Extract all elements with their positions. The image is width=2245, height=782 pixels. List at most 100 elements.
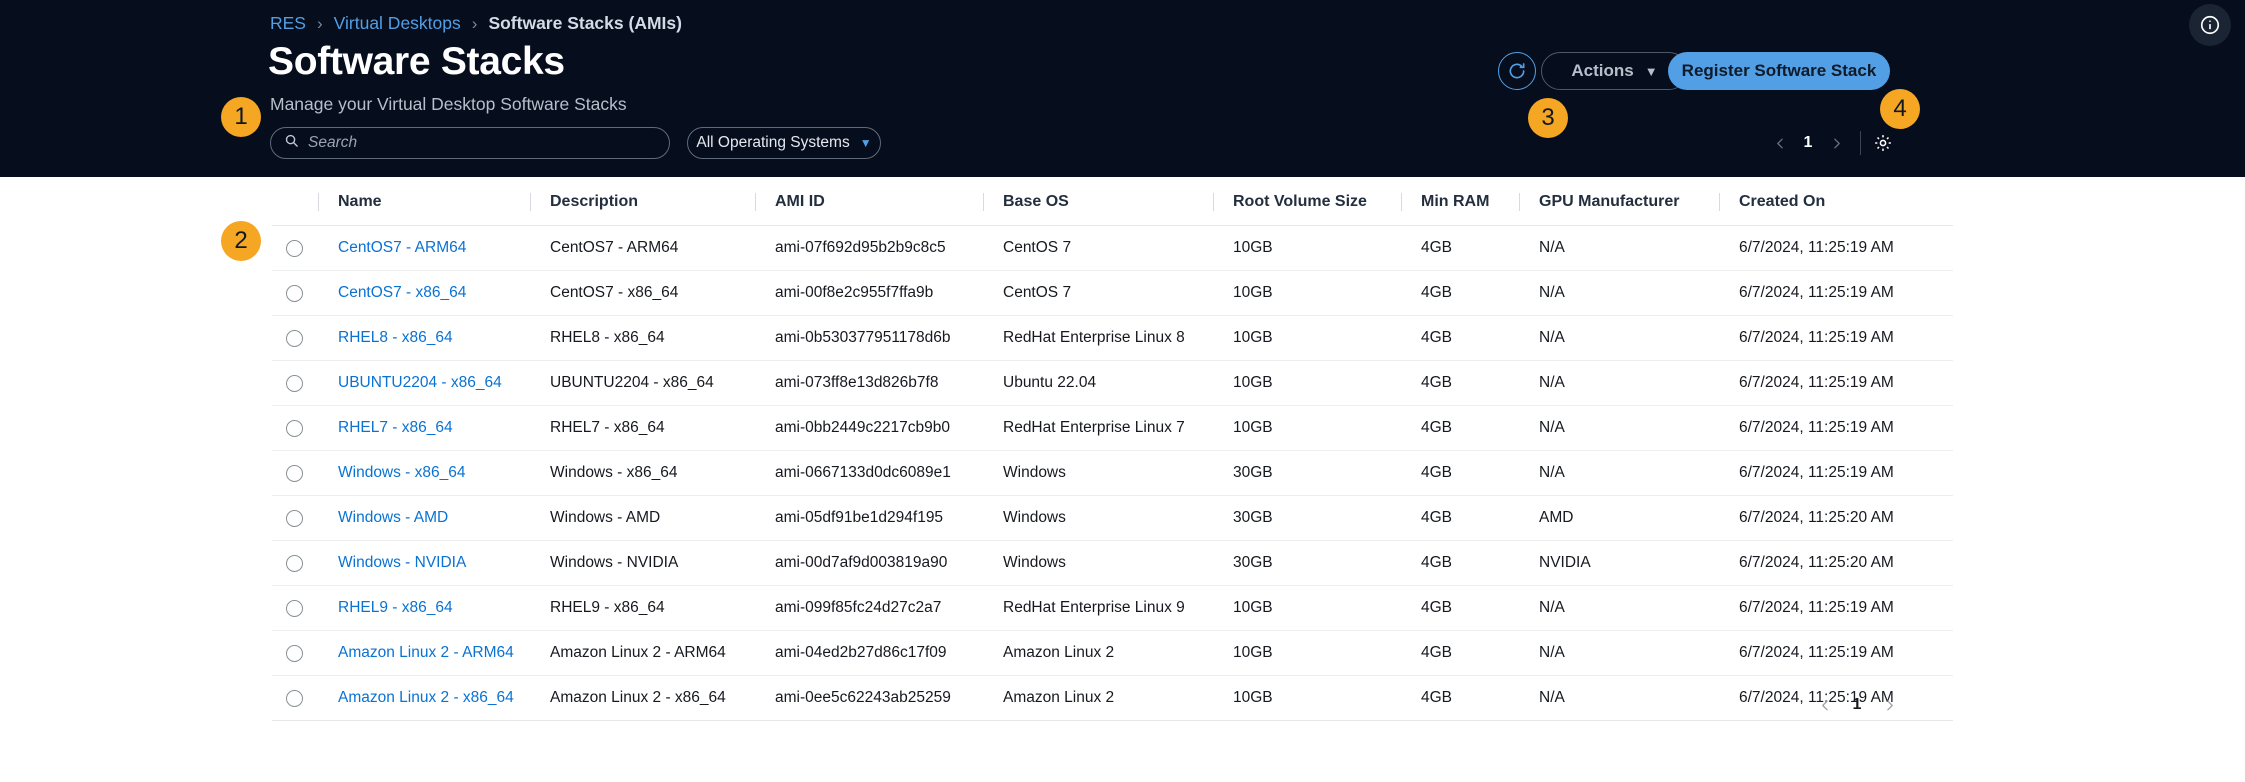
column-header-ami-id[interactable]: AMI ID — [755, 177, 983, 226]
software-stack-link[interactable]: Windows - x86_64 — [338, 464, 466, 481]
table-row[interactable]: Amazon Linux 2 - ARM64 Amazon Linux 2 - A… — [272, 631, 1953, 676]
cell-name[interactable]: RHEL9 - x86_64 — [318, 586, 530, 631]
row-select-cell[interactable] — [272, 271, 318, 316]
cell-ami-id: ami-073ff8e13d826b7f8 — [755, 361, 983, 406]
cell-text: ami-00f8e2c955f7ffa9b — [755, 284, 983, 302]
column-header-gpu-manufacturer[interactable]: GPU Manufacturer — [1519, 177, 1719, 226]
table-row[interactable]: CentOS7 - x86_64CentOS7 - x86_64ami-00f8… — [272, 271, 1953, 316]
table-row[interactable]: Windows - AMDWindows - AMDami-05df91be1d… — [272, 496, 1953, 541]
software-stack-link[interactable]: RHEL7 - x86_64 — [338, 419, 453, 436]
pagination-prev-button[interactable] — [1810, 690, 1840, 720]
table-row[interactable]: Windows - NVIDIAWindows - NVIDIAami-00d7… — [272, 541, 1953, 586]
cell-text: ami-0667133d0dc6089e1 — [755, 464, 983, 482]
radio-button[interactable] — [286, 690, 303, 707]
cell-text: 6/7/2024, 11:25:19 AM — [1719, 599, 1953, 617]
actions-button[interactable]: Actions ▼ — [1541, 52, 1688, 90]
cell-text: 6/7/2024, 11:25:19 AM — [1719, 284, 1953, 302]
row-select-cell[interactable] — [272, 406, 318, 451]
row-select-cell[interactable] — [272, 541, 318, 586]
row-select-cell[interactable] — [272, 496, 318, 541]
radio-button[interactable] — [286, 285, 303, 302]
os-filter-dropdown[interactable]: All Operating Systems ▼ — [687, 127, 881, 159]
cell-text: 4GB — [1401, 509, 1519, 527]
pagination-next-button[interactable] — [1821, 128, 1851, 158]
page-header: RES › Virtual Desktops › Software Stacks… — [0, 0, 2245, 177]
software-stack-link[interactable]: CentOS7 - x86_64 — [338, 284, 466, 301]
pagination-page-number[interactable]: 1 — [1844, 696, 1870, 714]
software-stack-link[interactable]: UBUNTU2204 - x86_64 — [338, 374, 502, 391]
row-select-cell[interactable] — [272, 361, 318, 406]
column-header-root-volume-size[interactable]: Root Volume Size — [1213, 177, 1401, 226]
radio-button[interactable] — [286, 510, 303, 527]
cell-name[interactable]: Amazon Linux 2 - x86_64 — [318, 676, 530, 721]
table-row[interactable]: CentOS7 - ARM64CentOS7 - ARM64ami-07f692… — [272, 226, 1953, 271]
radio-button[interactable] — [286, 555, 303, 572]
cell-name[interactable]: Windows - x86_64 — [318, 451, 530, 496]
pagination-page-number[interactable]: 1 — [1795, 134, 1821, 152]
software-stack-link[interactable]: RHEL9 - x86_64 — [338, 599, 453, 616]
row-select-cell[interactable] — [272, 316, 318, 361]
cell-text: Amazon Linux 2 - ARM64 — [530, 644, 755, 662]
pagination-next-button[interactable] — [1874, 690, 1904, 720]
column-header-min-ram[interactable]: Min RAM — [1401, 177, 1519, 226]
software-stack-link[interactable]: Amazon Linux 2 - x86_64 — [338, 689, 514, 706]
software-stack-link[interactable]: CentOS7 - ARM64 — [338, 239, 466, 256]
row-select-cell[interactable] — [272, 451, 318, 496]
table-row[interactable]: Amazon Linux 2 - x86_64Amazon Linux 2 - … — [272, 676, 1953, 721]
software-stack-link[interactable]: Amazon Linux 2 - ARM64 — [338, 644, 514, 661]
column-header-name[interactable]: Name — [318, 177, 530, 226]
cell-name[interactable]: UBUNTU2204 - x86_64 — [318, 361, 530, 406]
software-stack-link[interactable]: RHEL8 - x86_64 — [338, 329, 453, 346]
software-stack-link[interactable]: Windows - AMD — [338, 509, 448, 526]
radio-button[interactable] — [286, 240, 303, 257]
refresh-button[interactable] — [1498, 52, 1536, 90]
column-header-base-os[interactable]: Base OS — [983, 177, 1213, 226]
software-stack-link[interactable]: Windows - NVIDIA — [338, 554, 466, 571]
row-select-cell[interactable] — [272, 631, 318, 676]
table-row[interactable]: UBUNTU2204 - x86_64UBUNTU2204 - x86_64am… — [272, 361, 1953, 406]
breadcrumb-item-current: Software Stacks (AMIs) — [488, 13, 682, 34]
row-select-cell[interactable] — [272, 226, 318, 271]
gear-icon[interactable] — [1870, 130, 1896, 156]
register-software-stack-button[interactable]: Register Software Stack — [1668, 52, 1890, 90]
info-circle-icon[interactable] — [2189, 4, 2231, 46]
cell-gpu-manufacturer: N/A — [1519, 271, 1719, 316]
cell-base-os: Ubuntu 22.04 — [983, 361, 1213, 406]
table-row[interactable]: RHEL9 - x86_64RHEL9 - x86_64ami-099f85fc… — [272, 586, 1953, 631]
cell-gpu-manufacturer: N/A — [1519, 631, 1719, 676]
radio-button[interactable] — [286, 420, 303, 437]
cell-base-os: RedHat Enterprise Linux 8 — [983, 316, 1213, 361]
cell-text: RHEL9 - x86_64 — [530, 599, 755, 617]
cell-root-volume-size: 30GB — [1213, 496, 1401, 541]
radio-button[interactable] — [286, 330, 303, 347]
cell-base-os: Amazon Linux 2 — [983, 631, 1213, 676]
actions-button-label: Actions — [1571, 61, 1633, 81]
row-select-cell[interactable] — [272, 676, 318, 721]
cell-name[interactable]: RHEL8 - x86_64 — [318, 316, 530, 361]
cell-name[interactable]: CentOS7 - x86_64 — [318, 271, 530, 316]
cell-name[interactable]: Windows - NVIDIA — [318, 541, 530, 586]
cell-name[interactable]: Amazon Linux 2 - ARM64 — [318, 631, 530, 676]
search-box[interactable] — [270, 127, 670, 159]
cell-name[interactable]: CentOS7 - ARM64 — [318, 226, 530, 271]
column-header-created-on[interactable]: Created On — [1719, 177, 1953, 226]
radio-button[interactable] — [286, 600, 303, 617]
column-header-description[interactable]: Description — [530, 177, 755, 226]
radio-button[interactable] — [286, 645, 303, 662]
search-input[interactable] — [308, 134, 656, 152]
pagination-prev-button[interactable] — [1765, 128, 1795, 158]
row-select-cell[interactable] — [272, 586, 318, 631]
table-row[interactable]: Windows - x86_64Windows - x86_64ami-0667… — [272, 451, 1953, 496]
cell-text: 10GB — [1213, 644, 1401, 662]
cell-description: RHEL7 - x86_64 — [530, 406, 755, 451]
cell-name[interactable]: RHEL7 - x86_64 — [318, 406, 530, 451]
table-row[interactable]: RHEL8 - x86_64RHEL8 - x86_64ami-0b530377… — [272, 316, 1953, 361]
radio-button[interactable] — [286, 465, 303, 482]
table-row[interactable]: RHEL7 - x86_64RHEL7 - x86_64ami-0bb2449c… — [272, 406, 1953, 451]
radio-button[interactable] — [286, 375, 303, 392]
breadcrumb-item-res[interactable]: RES — [270, 13, 306, 34]
software-stacks-table: Name Description AMI ID Base OS Root Vol… — [272, 177, 1893, 721]
cell-name[interactable]: Windows - AMD — [318, 496, 530, 541]
cell-text: N/A — [1519, 689, 1719, 707]
breadcrumb-item-virtual-desktops[interactable]: Virtual Desktops — [334, 13, 461, 34]
